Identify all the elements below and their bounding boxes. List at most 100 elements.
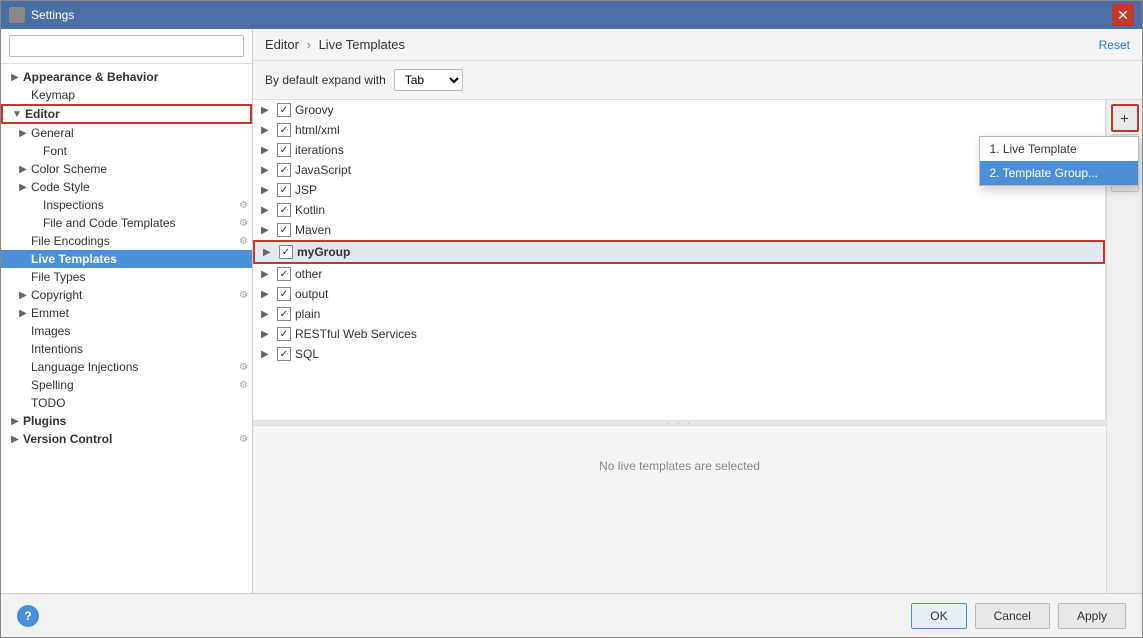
template-item-groovy[interactable]: ▶ Groovy (253, 100, 1105, 120)
sidebar-item-livetemplates[interactable]: Live Templates (1, 250, 252, 268)
expand-icon: ▶ (261, 205, 275, 216)
settings-icon: ⚙ (239, 362, 248, 373)
app-icon (9, 7, 25, 23)
template-item-iterations[interactable]: ▶ iterations (253, 140, 1105, 160)
add-template-button[interactable]: + (1111, 104, 1139, 132)
sidebar-item-codestyle[interactable]: ▶ Code Style (1, 178, 252, 196)
sidebar-label: Appearance & Behavior (23, 70, 158, 84)
settings-icon: ⚙ (239, 290, 248, 301)
sidebar-label: General (31, 126, 74, 140)
dropdown-item-live-template[interactable]: 1. Live Template (980, 137, 1138, 161)
sidebar-item-inspections[interactable]: Inspections ⚙ (1, 196, 252, 214)
expand-icon (29, 217, 41, 229)
sidebar-item-fileencodings[interactable]: File Encodings ⚙ (1, 232, 252, 250)
template-item-maven[interactable]: ▶ Maven (253, 220, 1105, 240)
expand-icon: ▶ (263, 247, 277, 258)
settings-icon: ⚙ (239, 434, 248, 445)
cancel-button[interactable]: Cancel (975, 603, 1050, 629)
template-checkbox-jsp[interactable] (277, 183, 291, 197)
template-checkbox-restful[interactable] (277, 327, 291, 341)
settings-icon: ⚙ (239, 200, 248, 211)
sidebar-label: Live Templates (31, 252, 117, 266)
template-name: Groovy (295, 103, 334, 117)
help-button[interactable]: ? (17, 605, 39, 627)
expand-icon: ▶ (261, 165, 275, 176)
template-checkbox-plain[interactable] (277, 307, 291, 321)
sidebar-label: Copyright (31, 288, 82, 302)
expand-icon: ▶ (261, 329, 275, 340)
template-item-sql[interactable]: ▶ SQL (253, 344, 1105, 364)
expand-select[interactable]: Tab Enter Space (394, 69, 463, 91)
sidebar-item-spelling[interactable]: Spelling ⚙ (1, 376, 252, 394)
template-item-restful[interactable]: ▶ RESTful Web Services (253, 324, 1105, 344)
left-panel: ▶ Appearance & Behavior Keymap ▼ Editor … (1, 29, 253, 593)
expand-icon (29, 199, 41, 211)
template-item-kotlin[interactable]: ▶ Kotlin (253, 200, 1105, 220)
sidebar-item-appearance[interactable]: ▶ Appearance & Behavior (1, 68, 252, 86)
sidebar-item-languageinjections[interactable]: Language Injections ⚙ (1, 358, 252, 376)
sidebar-item-colorscheme[interactable]: ▶ Color Scheme (1, 160, 252, 178)
sidebar-label: File Encodings (31, 234, 110, 248)
settings-icon: ⚙ (239, 218, 248, 229)
titlebar: Settings ✕ (1, 1, 1142, 29)
template-name: SQL (295, 347, 319, 361)
sidebar-label: Images (31, 324, 70, 338)
template-checkbox-maven[interactable] (277, 223, 291, 237)
expand-label: By default expand with (265, 73, 386, 87)
template-checkbox-mygroup[interactable] (279, 245, 293, 259)
template-item-jsp[interactable]: ▶ JSP (253, 180, 1105, 200)
settings-window: Settings ✕ ▶ Appearance & Behavior Keyma… (0, 0, 1143, 638)
template-item-other[interactable]: ▶ other (253, 264, 1105, 284)
expand-icon: ▶ (261, 269, 275, 280)
expand-icon: ▶ (9, 415, 21, 427)
template-checkbox-other[interactable] (277, 267, 291, 281)
sidebar-item-general[interactable]: ▶ General (1, 124, 252, 142)
search-input[interactable] (9, 35, 244, 57)
template-checkbox-htmlxml[interactable] (277, 123, 291, 137)
sidebar-label: File and Code Templates (43, 216, 176, 230)
sidebar-item-fileandcode[interactable]: File and Code Templates ⚙ (1, 214, 252, 232)
expand-icon: ▶ (17, 127, 29, 139)
add-dropdown-menu: 1. Live Template 2. Template Group... (979, 136, 1139, 186)
right-header: Editor › Live Templates Reset (253, 29, 1142, 61)
sidebar-label: Intentions (31, 342, 83, 356)
template-checkbox-iterations[interactable] (277, 143, 291, 157)
add-button-container: + 1. Live Template 2. Template Group... (1111, 104, 1139, 132)
template-item-output[interactable]: ▶ output (253, 284, 1105, 304)
tree-area: ▶ Appearance & Behavior Keymap ▼ Editor … (1, 64, 252, 593)
apply-button[interactable]: Apply (1058, 603, 1126, 629)
template-checkbox-javascript[interactable] (277, 163, 291, 177)
sidebar-item-filetypes[interactable]: File Types (1, 268, 252, 286)
sidebar-item-images[interactable]: Images (1, 322, 252, 340)
dropdown-item-template-group[interactable]: 2. Template Group... (980, 161, 1138, 185)
sidebar-item-intentions[interactable]: Intentions (1, 340, 252, 358)
template-item-htmlxml[interactable]: ▶ html/xml (253, 120, 1105, 140)
search-box (1, 29, 252, 64)
sidebar-item-keymap[interactable]: Keymap (1, 86, 252, 104)
sidebar-item-copyright[interactable]: ▶ Copyright ⚙ (1, 286, 252, 304)
sidebar-item-emmet[interactable]: ▶ Emmet (1, 304, 252, 322)
sidebar-item-versioncontrol[interactable]: ▶ Version Control ⚙ (1, 430, 252, 448)
breadcrumb-sep: › (307, 37, 311, 52)
template-checkbox-output[interactable] (277, 287, 291, 301)
sidebar-item-font[interactable]: Font (1, 142, 252, 160)
dialog-footer: ? OK Cancel Apply (1, 593, 1142, 637)
template-item-mygroup[interactable]: ▶ myGroup (253, 240, 1105, 264)
ok-button[interactable]: OK (911, 603, 966, 629)
expand-icon: ▶ (261, 145, 275, 156)
template-item-javascript[interactable]: ▶ JavaScript (253, 160, 1105, 180)
no-template-message: No live templates are selected (253, 426, 1106, 506)
template-item-plain[interactable]: ▶ plain (253, 304, 1105, 324)
settings-icon: ⚙ (239, 380, 248, 391)
sidebar-item-editor[interactable]: ▼ Editor (1, 104, 252, 124)
reset-button[interactable]: Reset (1099, 38, 1130, 52)
close-button[interactable]: ✕ (1112, 4, 1134, 26)
sidebar-item-todo[interactable]: TODO (1, 394, 252, 412)
template-checkbox-sql[interactable] (277, 347, 291, 361)
sidebar-label: Font (43, 144, 67, 158)
sidebar-item-plugins[interactable]: ▶ Plugins (1, 412, 252, 430)
template-checkbox-kotlin[interactable] (277, 203, 291, 217)
expand-icon: ▶ (261, 289, 275, 300)
sidebar-label: File Types (31, 270, 85, 284)
template-checkbox-groovy[interactable] (277, 103, 291, 117)
